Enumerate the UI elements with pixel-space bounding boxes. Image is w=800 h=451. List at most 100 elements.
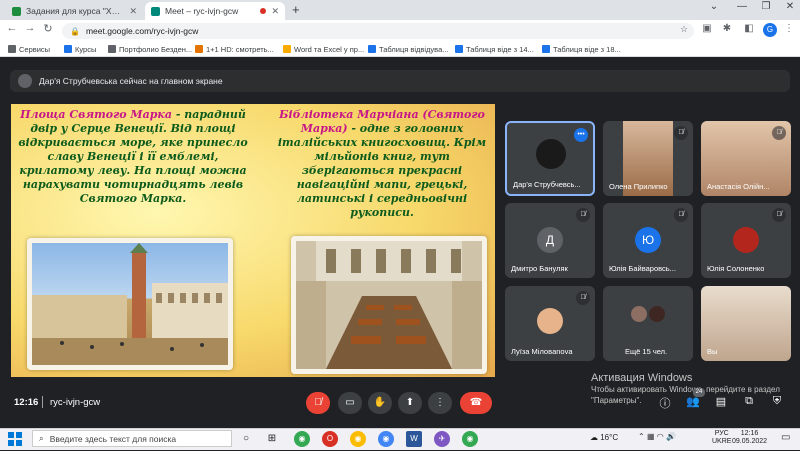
participant-tile[interactable]: Д 🎙̸ Дмитро Бануляк — [505, 203, 595, 278]
info-icon[interactable]: ⓘ — [657, 395, 673, 411]
bookmark-item[interactable]: Таблиця віде з 18... — [542, 43, 621, 55]
tab-meet[interactable]: Meet – rуc-ivjn-gcw ✕ — [145, 2, 285, 20]
bookmark-item[interactable]: Портфолио Безден... — [108, 43, 192, 55]
camera-indicator-icon[interactable]: ▣ — [700, 23, 714, 34]
tab-search-icon[interactable]: ⌄ — [700, 1, 728, 12]
avatar: Ю — [635, 227, 661, 253]
avatar — [536, 139, 566, 169]
bookmark-item[interactable]: Сервисы — [8, 43, 50, 55]
bookmark-item[interactable]: Таблиця відвідува... — [368, 43, 449, 55]
participant-tile[interactable]: 🎙̸ Юлія Солоненко — [701, 203, 791, 278]
participant-tile[interactable]: 🎙̸ Олена Прилипко — [603, 121, 693, 196]
participant-name: Луїза Міловanova — [511, 347, 573, 356]
extensions-icon[interactable]: ✱ — [720, 23, 734, 34]
new-tab-button[interactable]: + — [292, 2, 300, 17]
participant-name: Юлія Байваровсь... — [609, 264, 676, 273]
participant-name: Юлія Солоненко — [707, 264, 765, 273]
tab-classroom[interactable]: Задания для курса "ХТ- 149 ФЗ..." ✕ — [6, 2, 143, 20]
mic-toggle-button[interactable]: 🎙̸ — [306, 392, 330, 414]
notifications-icon[interactable]: ▭ — [781, 432, 790, 443]
mic-off-icon: 🎙̸ — [576, 208, 590, 222]
presenting-banner: Дар'я Струбчевська сейчас на главном экр… — [10, 70, 790, 92]
participant-tile[interactable]: ••• Дар'я Струбчевсь... — [505, 121, 595, 196]
profile-avatar[interactable]: G — [763, 23, 777, 37]
self-tile[interactable]: Вы — [701, 286, 791, 361]
mic-off-icon: 🎙̸ — [314, 397, 322, 408]
slide-text-right: Бібліотека Марчіана (Святого Марка) - од… — [273, 108, 491, 220]
page-icon — [108, 45, 116, 53]
close-icon[interactable]: ✕ — [271, 6, 279, 17]
chat-icon[interactable]: ▤ — [713, 395, 729, 408]
bookmark-item[interactable]: Таблиця віде з 14... — [455, 43, 534, 55]
activation-watermark-title: Активация Windows — [591, 372, 693, 384]
weather-temp: 16°C — [600, 433, 619, 442]
shared-presentation: Площа Святого Марка - парадний двір у Се… — [11, 104, 495, 377]
participant-name: Дмитро Бануляк — [511, 264, 568, 273]
leave-call-button[interactable]: ☎ — [460, 392, 492, 414]
network-icon[interactable]: ▦ — [647, 432, 655, 441]
avatar — [537, 308, 563, 334]
biblioteca-marciana-image — [291, 236, 487, 374]
search-icon: ⌕ — [39, 433, 44, 443]
present-icon: ⬆ — [405, 397, 415, 408]
camera-toggle-button[interactable]: ▭ — [338, 392, 362, 414]
participant-tile[interactable]: 🎙̸ Анастасія Олійн... — [701, 121, 791, 196]
slide-text-left: Площа Святого Марка - парадний двір у Се… — [17, 108, 249, 206]
slide-body: - одне з головних італійських книгосхови… — [277, 122, 487, 219]
window-close-icon[interactable]: ✕ — [776, 1, 800, 12]
bookmark-item[interactable]: Курсы — [64, 43, 96, 55]
menu-icon[interactable]: ⋮ — [782, 23, 796, 34]
back-icon[interactable]: ← — [4, 22, 20, 34]
system-tray[interactable]: ⌃ ▦ ◠ 🔊 — [638, 432, 676, 441]
opera-icon[interactable]: O — [322, 431, 338, 447]
language-indicator[interactable]: РУС UKRE — [712, 430, 731, 446]
piazza-san-marco-image — [27, 238, 233, 370]
piazza-illustration — [32, 243, 228, 365]
tray-up-icon[interactable]: ⌃ — [638, 432, 645, 441]
others-tile[interactable]: Ещё 15 чел. — [603, 286, 693, 361]
windows-start-icon[interactable] — [8, 432, 22, 446]
reload-icon[interactable]: ↻ — [40, 22, 56, 35]
chrome-icon[interactable]: ◉ — [350, 431, 366, 447]
bookmark-item[interactable]: Word та Excel у пр... — [283, 43, 364, 55]
chrome-icon[interactable]: ◉ — [294, 431, 310, 447]
present-button[interactable]: ⬆ — [398, 392, 422, 414]
classroom-favicon-icon — [12, 6, 21, 16]
avatar: Д — [537, 227, 563, 253]
host-controls-icon[interactable]: ⛨ — [769, 395, 785, 408]
participant-name: Олена Прилипко — [609, 182, 668, 191]
raise-hand-button[interactable]: ✋ — [368, 392, 392, 414]
chrome-icon[interactable]: ◉ — [378, 431, 394, 447]
activities-icon[interactable]: ⧉ — [741, 395, 757, 408]
close-icon[interactable]: ✕ — [129, 6, 137, 17]
more-options-button[interactable]: ⋮ — [428, 392, 452, 414]
word-icon[interactable]: W — [406, 431, 422, 447]
participant-tile[interactable]: 🎙̸ Луїза Міловanova — [505, 286, 595, 361]
sheet-icon — [368, 45, 376, 53]
mic-off-icon: 🎙̸ — [772, 126, 786, 140]
side-panel-icon[interactable]: ◧ — [742, 23, 756, 34]
volume-icon[interactable]: 🔊 — [666, 432, 676, 441]
mic-off-icon: 🎙̸ — [674, 126, 688, 140]
telegram-icon[interactable]: ✈ — [434, 431, 450, 447]
weather-widget[interactable]: ☁ 16°C — [590, 433, 618, 442]
forward-icon[interactable]: → — [22, 22, 38, 34]
divider — [42, 396, 43, 408]
bookmark-star-icon[interactable]: ☆ — [677, 24, 691, 35]
doc-icon — [283, 45, 291, 53]
slide-body: - парадний двір у Серце Венеції. Від пло… — [18, 108, 248, 205]
participant-name: Анастасія Олійн... — [707, 182, 770, 191]
address-bar[interactable]: 🔒 meet.google.com/ryc-ivjn-gcw — [62, 23, 694, 39]
bookmark-item[interactable]: 1+1 HD: смотреть... — [195, 43, 274, 55]
participant-tile[interactable]: Ю 🎙̸ Юлія Байваровсь... — [603, 203, 693, 278]
task-view-icon[interactable]: ⊞ — [264, 431, 280, 447]
taskbar-search-input[interactable]: ⌕ Введите здесь текст для поиска — [32, 430, 232, 447]
cortana-icon[interactable]: ○ — [238, 431, 254, 447]
taskbar-clock[interactable]: 12:16 09.05.2022 — [732, 430, 767, 446]
apps-grid-icon — [8, 45, 16, 53]
avatar — [18, 74, 32, 88]
tv-icon — [195, 45, 203, 53]
mic-off-icon: 🎙̸ — [674, 208, 688, 222]
chrome-icon[interactable]: ◉ — [462, 431, 478, 447]
wifi-icon[interactable]: ◠ — [657, 432, 664, 441]
